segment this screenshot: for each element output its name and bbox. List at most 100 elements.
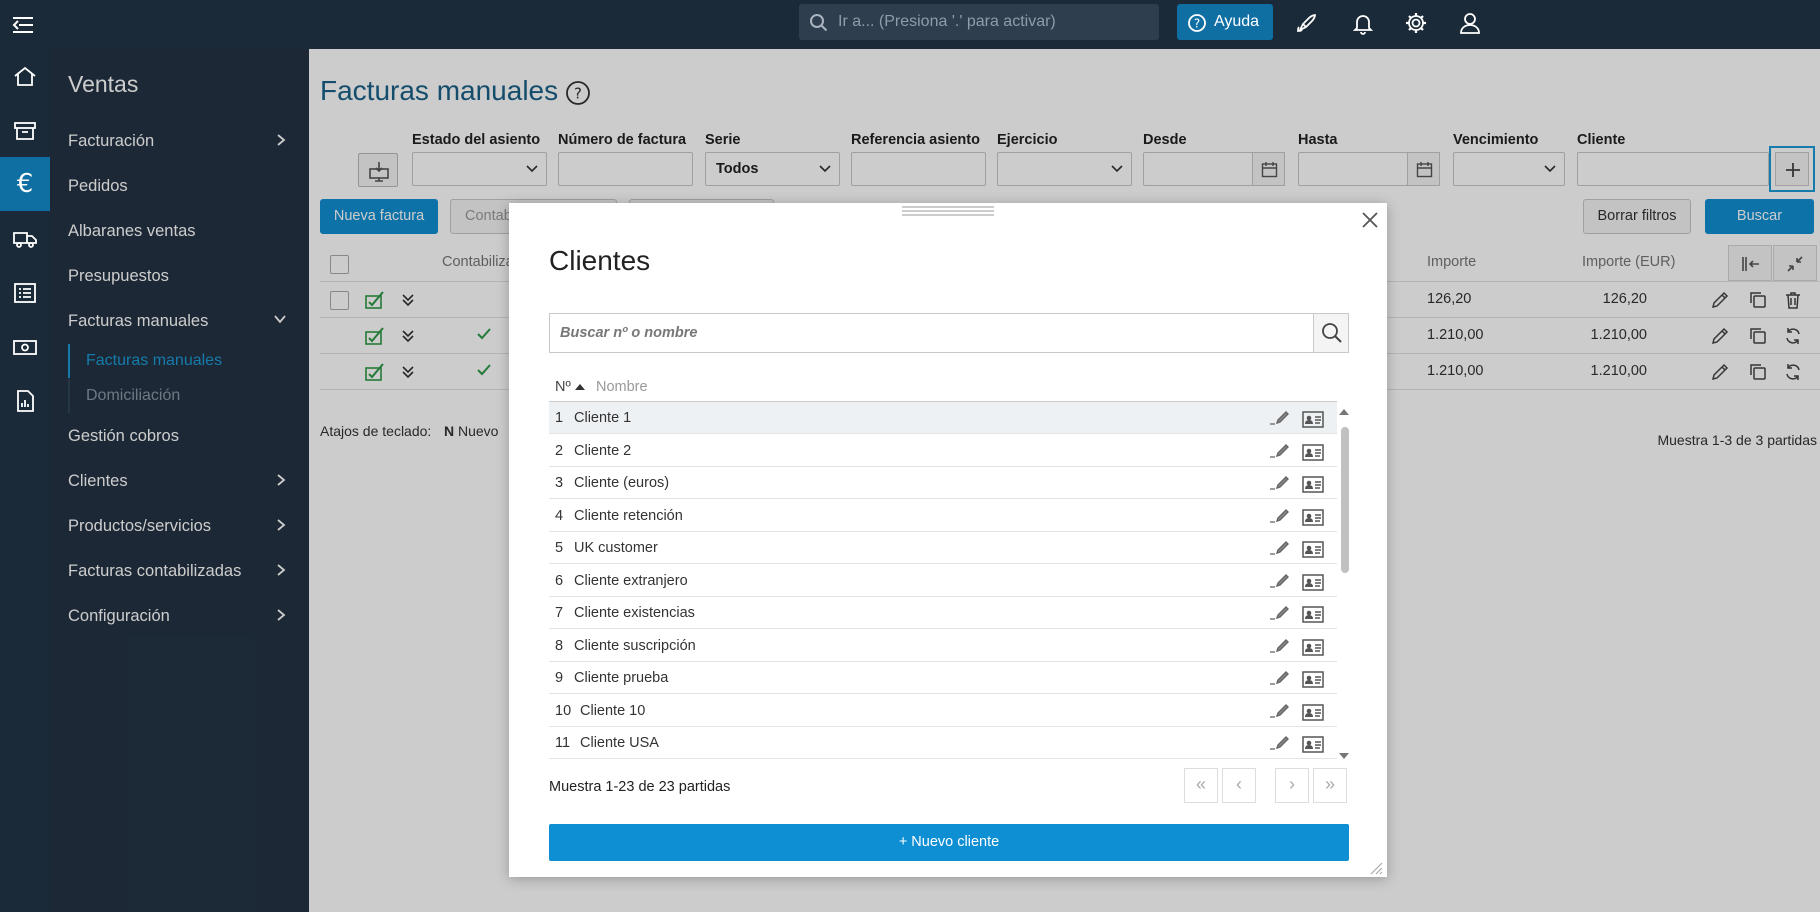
col-no[interactable]: Nº [555,379,571,395]
contact-card-icon[interactable] [1301,539,1325,559]
client-search-placeholder: Buscar nº o nombre [560,325,698,341]
client-name: Cliente (euros) [574,475,670,491]
new-client-button[interactable]: + Nuevo cliente [549,824,1349,861]
bell-icon[interactable] [1350,10,1376,36]
archive-icon [14,122,36,140]
client-name: Cliente suscripción [574,637,696,654]
home-icon [14,66,36,86]
rail-home[interactable] [0,49,50,103]
global-search-placeholder: Ir a... (Presiona '.' para activar) [838,13,1056,30]
contact-card-icon[interactable] [1301,734,1325,754]
client-search-button[interactable] [1313,314,1348,352]
modal-drag-handle[interactable] [902,206,994,216]
client-row[interactable]: 2 Cliente 2 [549,435,1337,467]
client-row[interactable]: 10 Cliente 10 [549,695,1337,727]
clients-modal: Clientes Buscar nº o nombre Nº Nombre 1C… [509,203,1387,877]
euro-icon: € [16,169,34,199]
col-name[interactable]: Nombre [596,379,648,395]
client-no: 4 [555,507,564,524]
edit-icon[interactable] [1267,701,1291,719]
client-row[interactable]: 11 Cliente USA [549,727,1337,759]
client-row[interactable]: 8 Cliente suscripción [549,630,1337,662]
client-search-input[interactable]: Buscar nº o nombre [549,313,1349,353]
user-icon[interactable] [1457,10,1483,36]
rail-report[interactable] [0,373,50,427]
contact-card-icon[interactable] [1301,572,1325,592]
scroll-up-icon[interactable] [1337,407,1351,417]
contact-card-icon[interactable] [1301,409,1325,429]
search-icon [1322,323,1342,343]
client-name: Cliente retención [574,507,683,524]
client-no: 1 [555,410,564,426]
edit-icon[interactable] [1267,538,1291,556]
edit-icon[interactable] [1267,441,1291,459]
svg-text:?: ? [1194,17,1200,31]
close-icon[interactable] [1361,211,1379,229]
client-name: Cliente prueba [574,670,669,686]
edit-icon[interactable] [1267,571,1291,589]
client-list-scrollbar[interactable] [1337,407,1351,761]
client-no: 11 [555,735,571,751]
client-row[interactable]: 6 Cliente extranjero [549,565,1337,597]
contact-card-icon[interactable] [1301,637,1325,657]
client-name: UK customer [574,540,658,556]
money-icon [13,340,37,355]
client-row[interactable]: 9 Cliente prueba [549,662,1337,694]
client-no: 2 [555,442,564,459]
client-count: Muestra 1-23 de 23 partidas [549,779,731,795]
edit-icon[interactable] [1267,603,1291,621]
contact-card-icon[interactable] [1301,702,1325,722]
edit-icon[interactable] [1267,506,1291,524]
client-no: 8 [555,637,564,654]
client-no: 5 [555,540,564,556]
pager-first-button[interactable]: « [1184,768,1218,803]
pager-prev-button[interactable]: ‹ [1222,768,1256,803]
icon-rail: € [0,49,50,912]
collapse-menu-icon[interactable] [10,12,36,38]
pager-last-button[interactable]: » [1313,768,1347,803]
contact-card-icon[interactable] [1301,474,1325,494]
scroll-down-icon[interactable] [1337,751,1351,761]
client-name: Cliente 1 [574,410,632,426]
list-icon [14,283,36,303]
edit-icon[interactable] [1267,473,1291,491]
rail-list[interactable] [0,265,50,319]
client-row[interactable]: 1 Cliente 1 [549,402,1337,434]
client-row[interactable]: 3 Cliente (euros) [549,467,1337,499]
resize-grip-icon[interactable] [1367,859,1383,875]
contact-card-icon[interactable] [1301,669,1325,689]
rail-sales[interactable]: € [0,157,50,211]
truck-icon [13,232,37,248]
client-row[interactable]: 5 UK customer [549,532,1337,564]
rail-archive[interactable] [0,103,50,157]
scrollbar-thumb[interactable] [1341,427,1349,573]
contact-card-icon[interactable] [1301,442,1325,462]
client-row[interactable]: 4 Cliente retención [549,500,1337,532]
pager-next-button[interactable]: › [1275,768,1309,803]
sort-asc-icon [574,382,586,392]
top-bar: Ir a... (Presiona '.' para activar) ? Ay… [0,0,1820,49]
edit-icon[interactable] [1267,636,1291,654]
client-row[interactable]: 7 Cliente existencias [549,597,1337,629]
edit-icon[interactable] [1267,733,1291,751]
report-icon [17,390,34,412]
client-name: Cliente 10 [580,702,646,719]
client-no: 9 [555,670,564,686]
client-no: 6 [555,572,564,589]
client-no: 3 [555,475,564,491]
contact-card-icon[interactable] [1301,604,1325,624]
edit-icon[interactable] [1267,408,1291,426]
modal-title: Clientes [549,245,651,276]
edit-icon[interactable] [1267,668,1291,686]
rocket-icon[interactable] [1294,10,1320,36]
gear-icon[interactable] [1403,10,1429,36]
contact-card-icon[interactable] [1301,507,1325,527]
help-button[interactable]: ? Ayuda [1177,4,1273,40]
help-label: Ayuda [1214,13,1260,30]
global-search-input[interactable]: Ir a... (Presiona '.' para activar) [799,4,1159,40]
rail-money[interactable] [0,319,50,373]
client-name: Cliente USA [580,735,659,751]
client-name: Cliente extranjero [574,572,688,589]
rail-shipping[interactable] [0,211,50,265]
client-no: 10 [555,702,572,719]
